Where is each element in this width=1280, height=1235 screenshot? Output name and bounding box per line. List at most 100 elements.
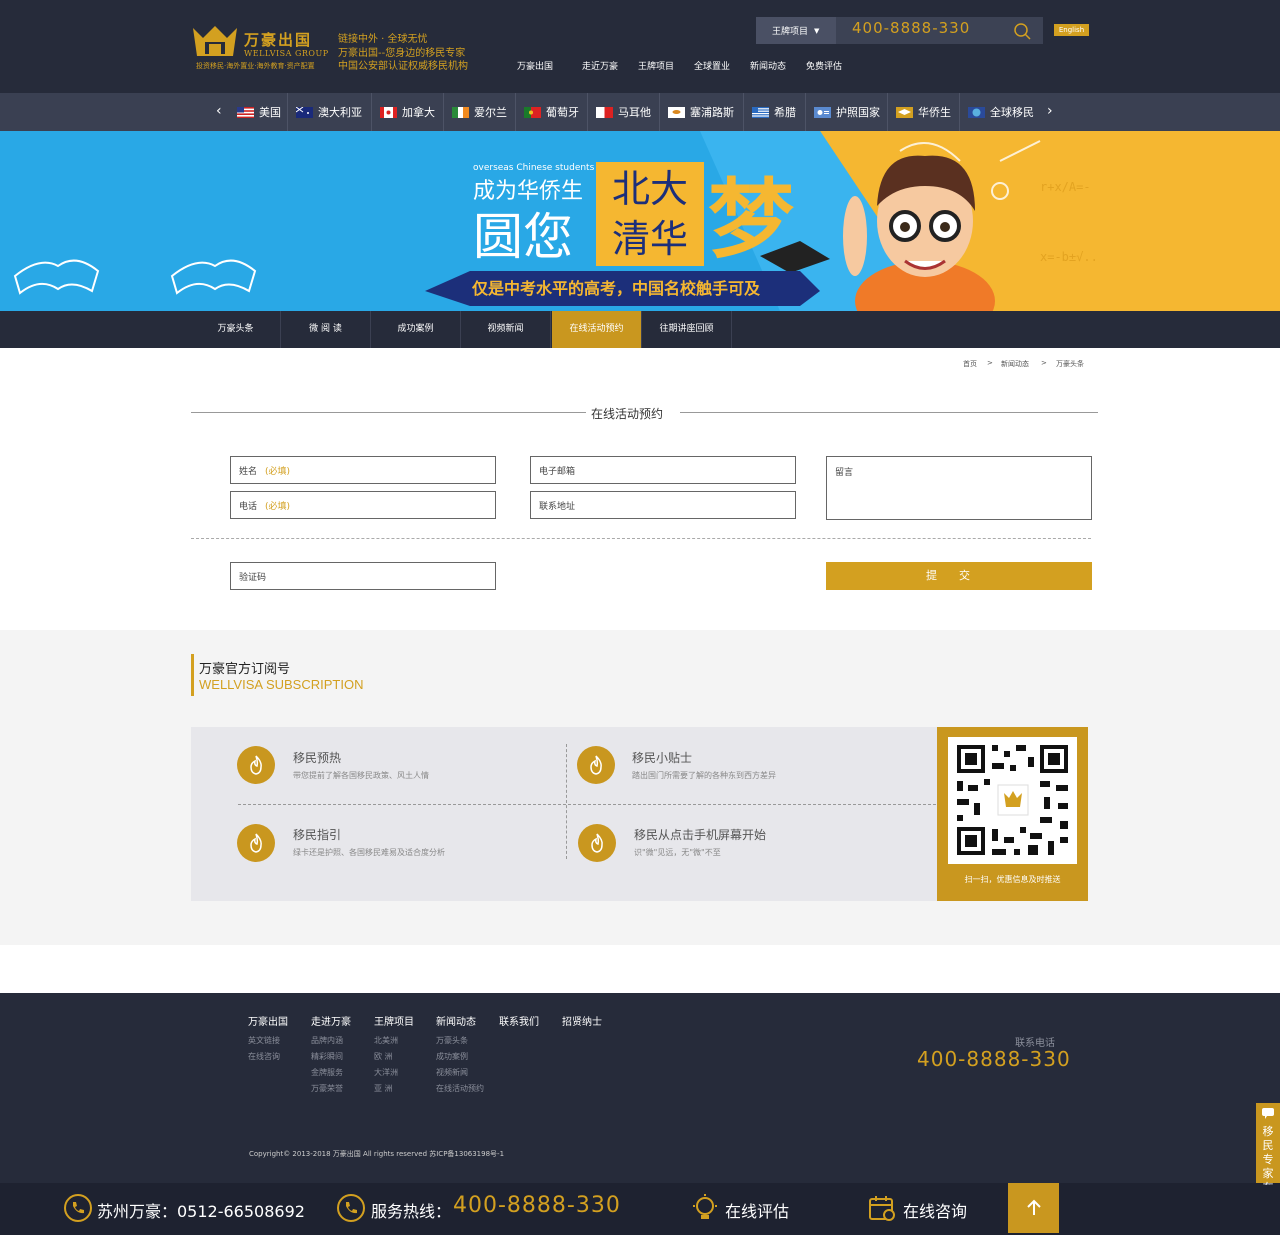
address-field[interactable]: 联系地址 bbox=[530, 491, 796, 519]
footer-link[interactable]: 大洋洲 bbox=[374, 1067, 398, 1078]
footer-link[interactable]: 金牌服务 bbox=[311, 1067, 343, 1078]
logo-english: WELLVISA GROUP bbox=[244, 49, 329, 58]
country-label: 澳大利亚 bbox=[318, 106, 362, 119]
online-assessment[interactable]: 在线评估 bbox=[725, 1198, 789, 1222]
address-label: 联系地址 bbox=[539, 501, 576, 512]
english-button[interactable]: English bbox=[1054, 24, 1089, 36]
item-desc: 带您提前了解各国移民政策、风土人情 bbox=[293, 771, 429, 780]
country-passport[interactable]: 护照国家 bbox=[806, 93, 888, 131]
nav-projects[interactable]: 王牌项目 bbox=[638, 59, 674, 72]
item-title: 移民从点击手机屏幕开始 bbox=[634, 828, 767, 842]
footer-link[interactable]: 万豪头条 bbox=[436, 1035, 468, 1046]
section-title: 在线活动预约 bbox=[591, 407, 664, 421]
submit-button[interactable]: 提交 bbox=[826, 562, 1092, 590]
expert-online-tab[interactable]: 移民专家在线 bbox=[1256, 1103, 1280, 1185]
divider bbox=[566, 744, 567, 859]
svg-text:x=-b±√..: x=-b±√.. bbox=[1040, 250, 1098, 264]
tab-micro-read[interactable]: 微 阅 读 bbox=[281, 311, 371, 348]
name-label: 姓名 bbox=[239, 466, 258, 477]
footer-head[interactable]: 走进万豪 bbox=[311, 1013, 351, 1028]
footer-head[interactable]: 新闻动态 bbox=[436, 1013, 476, 1028]
country-pt[interactable]: 葡萄牙 bbox=[516, 93, 588, 131]
item-desc: 绿卡还是护照、各国移民难易及适合度分析 bbox=[293, 848, 445, 857]
country-us[interactable]: 美国 bbox=[229, 93, 288, 131]
search-category-label: 王牌项目 bbox=[772, 27, 809, 37]
footer-head[interactable]: 招贤纳士 bbox=[562, 1013, 602, 1028]
online-consult[interactable]: 在线咨询 bbox=[903, 1198, 967, 1222]
crown-logo-icon[interactable] bbox=[191, 24, 239, 58]
footer-link[interactable]: 万豪荣誉 bbox=[311, 1083, 343, 1094]
email-field[interactable]: 电子邮箱 bbox=[530, 456, 796, 484]
country-ca[interactable]: 加拿大 bbox=[372, 93, 444, 131]
phone-icon bbox=[64, 1194, 92, 1222]
footer-link[interactable]: 品牌内涵 bbox=[311, 1035, 343, 1046]
search-category-select[interactable]: 王牌项目 ▼ bbox=[756, 17, 836, 44]
promo-banner[interactable]: r+x/A=- x=-b±√.. overseas Chinese studen… bbox=[0, 131, 1280, 311]
nav-about[interactable]: 走近万豪 bbox=[582, 59, 618, 72]
phone-field[interactable]: 电话 (必填) bbox=[230, 491, 496, 519]
footer-head[interactable]: 万豪出国 bbox=[248, 1013, 288, 1028]
tab-video-news[interactable]: 视频新闻 bbox=[461, 311, 551, 348]
message-field[interactable]: 留言 bbox=[826, 456, 1092, 520]
breadcrumb-sep: > bbox=[1041, 359, 1047, 367]
item-desc: 识"微"见远，无"微"不至 bbox=[634, 848, 721, 857]
footer-head[interactable]: 联系我们 bbox=[499, 1013, 539, 1028]
footer-head[interactable]: 王牌项目 bbox=[374, 1013, 414, 1028]
country-label: 葡萄牙 bbox=[546, 106, 579, 119]
country-gr[interactable]: 希腊 bbox=[744, 93, 806, 131]
banner-box-line2: 清华 bbox=[611, 217, 688, 261]
item-title: 移民指引 bbox=[293, 828, 342, 842]
lightbulb-icon bbox=[693, 1194, 717, 1219]
captcha-label: 验证码 bbox=[239, 572, 267, 583]
copyright: Copyright© 2013-2018 万豪出国 All rights res… bbox=[249, 1150, 505, 1158]
footer-link[interactable]: 精彩瞬间 bbox=[311, 1051, 343, 1062]
fire-icon bbox=[577, 746, 615, 784]
footer-link[interactable]: 成功案例 bbox=[436, 1051, 468, 1062]
captcha-field[interactable]: 验证码 bbox=[230, 562, 496, 590]
breadcrumb-news[interactable]: 新闻动态 bbox=[1001, 359, 1029, 369]
arrow-up-icon bbox=[1026, 1199, 1041, 1215]
divider bbox=[238, 804, 936, 805]
required-mark: (必填) bbox=[265, 466, 291, 477]
breadcrumb-home[interactable]: 首页 bbox=[963, 359, 977, 369]
nav-assessment[interactable]: 免费评估 bbox=[806, 59, 842, 72]
flag-cy-icon bbox=[668, 106, 685, 118]
tab-online-booking[interactable]: 在线活动预约 bbox=[552, 311, 642, 348]
footer-link[interactable]: 在线咨询 bbox=[248, 1051, 280, 1062]
footer-link[interactable]: 亚 洲 bbox=[374, 1083, 393, 1094]
tab-cases[interactable]: 成功案例 bbox=[371, 311, 461, 348]
graduation-cap-icon bbox=[896, 106, 913, 118]
footer-link[interactable]: 欧 洲 bbox=[374, 1051, 393, 1062]
country-ie[interactable]: 爱尔兰 bbox=[444, 93, 516, 131]
nav-news[interactable]: 新闻动态 bbox=[750, 59, 786, 72]
country-label: 爱尔兰 bbox=[474, 106, 507, 119]
nav-wellvisa[interactable]: 万豪出国 bbox=[517, 59, 553, 72]
country-label: 全球移民 bbox=[990, 106, 1034, 119]
footer-link[interactable]: 北美洲 bbox=[374, 1035, 398, 1046]
flag-mt-icon bbox=[596, 106, 613, 118]
globe-icon bbox=[968, 106, 985, 118]
chevron-left-icon[interactable]: ‹ bbox=[216, 103, 222, 119]
subscription-title: 万豪官方订阅号 bbox=[199, 662, 291, 677]
suzhou-phone[interactable]: 苏州万豪：0512-66508692 bbox=[97, 1198, 305, 1222]
qr-caption: 扫一扫，优惠信息及时推送 bbox=[964, 875, 1061, 884]
banner-line2: 圆您 bbox=[473, 208, 573, 266]
chevron-right-icon[interactable]: › bbox=[1047, 103, 1053, 119]
tab-past-lectures[interactable]: 往期讲座回顾 bbox=[642, 311, 732, 348]
search-icon[interactable] bbox=[1013, 22, 1031, 40]
country-global[interactable]: 全球移民 bbox=[960, 93, 1044, 131]
back-to-top-button[interactable] bbox=[1008, 1183, 1059, 1233]
country-mt[interactable]: 马耳他 bbox=[588, 93, 660, 131]
name-field[interactable]: 姓名 (必填) bbox=[230, 456, 496, 484]
qr-code-icon[interactable] bbox=[948, 737, 1077, 864]
nav-property[interactable]: 全球置业 bbox=[694, 59, 730, 72]
footer-link[interactable]: 在线活动预约 bbox=[436, 1083, 484, 1094]
country-student[interactable]: 华侨生 bbox=[888, 93, 960, 131]
footer-link[interactable]: 英文链接 bbox=[248, 1035, 280, 1046]
tab-headlines[interactable]: 万豪头条 bbox=[191, 311, 281, 348]
hotline-number[interactable]: 400-8888-330 bbox=[453, 1193, 621, 1218]
country-cy[interactable]: 塞浦路斯 bbox=[660, 93, 744, 131]
footer-link[interactable]: 视频新闻 bbox=[436, 1067, 468, 1078]
country-au[interactable]: 澳大利亚 bbox=[288, 93, 372, 131]
phone-label: 电话 bbox=[239, 501, 258, 512]
